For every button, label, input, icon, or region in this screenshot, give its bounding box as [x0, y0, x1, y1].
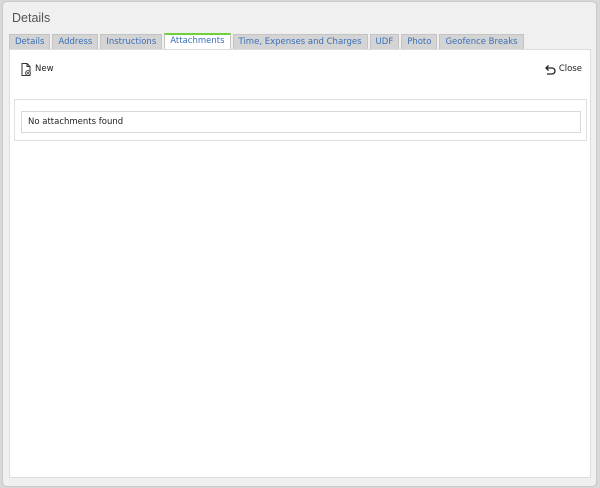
tab-details[interactable]: Details — [9, 34, 51, 49]
new-button[interactable]: New — [20, 62, 54, 76]
close-button-label: Close — [558, 64, 582, 74]
tab-address[interactable]: Address — [52, 34, 99, 49]
tab-photo[interactable]: Photo — [401, 34, 438, 49]
tab-instructions[interactable]: Instructions — [100, 34, 163, 49]
tab-udf[interactable]: UDF — [369, 34, 400, 49]
new-button-label: New — [35, 64, 54, 74]
attachments-tab-content: New Close No attachments found — [9, 49, 591, 478]
details-dialog: Details Details Address Instructions Att… — [2, 1, 597, 487]
undo-arrow-icon — [544, 64, 556, 75]
tab-attachments[interactable]: Attachments — [164, 33, 231, 49]
tab-bar: Details Address Instructions Attachments… — [9, 33, 524, 50]
new-document-icon — [20, 62, 32, 76]
tab-geofence-breaks[interactable]: Geofence Breaks — [439, 34, 524, 49]
attachments-panel: No attachments found — [14, 99, 587, 141]
close-button[interactable]: Close — [544, 62, 582, 76]
empty-state-message: No attachments found — [21, 111, 581, 133]
dialog-title: Details — [12, 11, 51, 25]
tab-time-expenses-charges[interactable]: Time, Expenses and Charges — [232, 34, 368, 49]
